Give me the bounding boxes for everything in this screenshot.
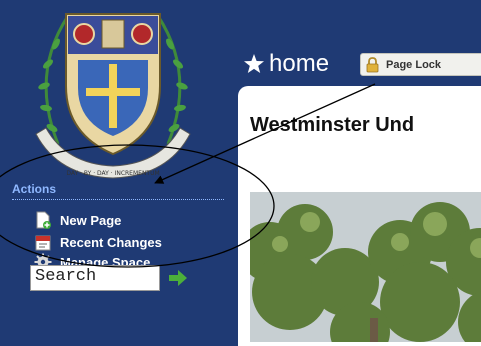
recent-changes-icon <box>35 235 51 251</box>
new-page-label: New Page <box>60 212 122 228</box>
recent-changes-link[interactable]: Recent Changes <box>34 232 162 252</box>
trees-photo <box>250 192 481 342</box>
page-lock-button[interactable]: Page Lock <box>360 53 481 76</box>
home-label: home <box>269 50 330 77</box>
crest-motto: DAY · BY · DAY · INCREMENTUM <box>66 170 159 177</box>
new-page-icon <box>36 211 51 229</box>
page-title: Westminster Und <box>250 114 415 136</box>
sidebar: DAY · BY · DAY · INCREMENTUM Actions New… <box>0 0 236 329</box>
actions-heading: Actions <box>12 182 57 196</box>
crest-logo: DAY · BY · DAY · INCREMENTUM <box>35 13 191 179</box>
star-icon <box>244 54 264 73</box>
go-arrow-icon[interactable] <box>167 268 189 288</box>
content-panel: Westminster Und <box>238 86 481 346</box>
new-page-link[interactable]: New Page <box>34 210 121 230</box>
home-link[interactable]: home <box>243 50 329 78</box>
page-lock-label: Page Lock <box>386 58 442 71</box>
recent-changes-label: Recent Changes <box>60 234 162 250</box>
lock-icon <box>366 56 379 72</box>
search-input[interactable]: Search <box>30 265 160 291</box>
actions-divider <box>12 199 224 200</box>
